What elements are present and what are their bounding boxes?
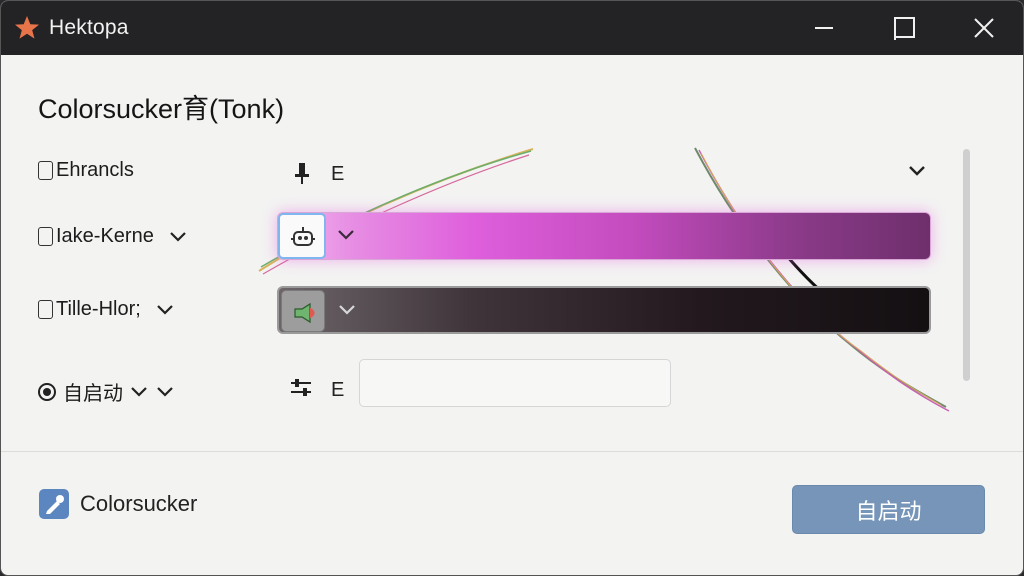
checkbox[interactable] <box>38 161 53 180</box>
color-swatch-pink[interactable] <box>277 212 931 260</box>
option-iake-kerne[interactable]: Iake-Kerne <box>38 225 188 248</box>
close-icon <box>974 18 994 38</box>
text-input[interactable] <box>359 359 671 407</box>
radio-button[interactable] <box>38 382 56 401</box>
megaphone-icon <box>294 302 315 324</box>
option-label: Tille-Hlor; <box>56 298 141 320</box>
chevron-down-icon[interactable] <box>129 385 149 399</box>
title-bar[interactable]: Hektopa <box>1 1 1023 55</box>
maximize-icon <box>894 17 915 40</box>
autostart-button[interactable]: 自启动 <box>792 485 985 534</box>
chevron-down-icon[interactable] <box>168 230 188 244</box>
window-title: Hektopa <box>49 16 129 39</box>
robot-icon <box>291 227 315 246</box>
option-label: 自启动 <box>63 383 123 405</box>
footer-app-name: Colorsucker <box>80 491 198 516</box>
button-label: 自启动 <box>855 498 922 524</box>
minimize-button[interactable] <box>794 1 854 55</box>
star-icon <box>15 16 39 39</box>
option-label: Iake-Kerne <box>56 225 154 247</box>
app-window: Hektopa Colorsucker育(Tonk) Ehrancls E Ia… <box>0 0 1024 576</box>
content-area: Colorsucker育(Tonk) Ehrancls E Iake-Kerne <box>1 55 1023 575</box>
checkbox[interactable] <box>38 300 53 319</box>
page-title: Colorsucker育(Tonk) <box>38 94 285 124</box>
checkbox[interactable] <box>38 227 53 246</box>
close-button[interactable] <box>954 1 1014 55</box>
eyedropper-icon <box>39 489 69 519</box>
color-swatch-dark[interactable] <box>277 286 931 334</box>
swatch-icon-button[interactable] <box>281 290 325 332</box>
divider <box>1 451 1023 452</box>
value-text: E <box>331 163 345 185</box>
value-text: E <box>331 379 345 401</box>
option-ehrancls[interactable]: Ehrancls <box>38 159 134 182</box>
option-label: Ehrancls <box>56 159 134 181</box>
chevron-down-icon[interactable] <box>337 303 357 317</box>
maximize-button[interactable] <box>874 1 934 55</box>
sliders-icon <box>291 379 311 396</box>
chevron-down-icon[interactable] <box>906 163 928 179</box>
chevron-down-icon[interactable] <box>155 303 175 317</box>
option-autostart[interactable]: 自启动 <box>38 377 175 406</box>
swatch-icon-button[interactable] <box>278 213 326 259</box>
scrollbar[interactable] <box>963 149 970 381</box>
chevron-down-icon[interactable] <box>155 385 175 399</box>
minimize-icon <box>815 27 833 29</box>
option-tille-hlor[interactable]: Tille-Hlor; <box>38 298 175 321</box>
pin-icon <box>295 163 309 184</box>
chevron-down-icon[interactable] <box>336 228 356 242</box>
